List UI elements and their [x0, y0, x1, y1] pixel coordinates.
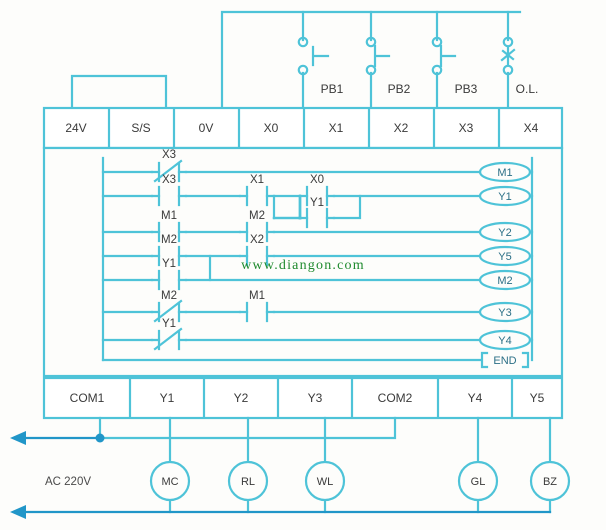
coil-label-y3: Y3 — [498, 307, 511, 319]
input-terminal-label-24v: 24V — [65, 121, 86, 135]
contact-label-x3-r1: X3 — [162, 149, 176, 161]
input-device-label-ol: O.L. — [516, 82, 539, 96]
input-device-label-pb2: PB2 — [388, 82, 411, 96]
output-terminal-strip — [42, 376, 564, 420]
contact-label-m1-r3: M1 — [161, 210, 177, 222]
contact-label-y1-r5: Y1 — [162, 258, 176, 270]
output-terminal-label-y1: Y1 — [160, 391, 175, 405]
contact-label-m1-r6: M1 — [249, 290, 265, 302]
contact-label-x2-r4: X2 — [250, 234, 264, 246]
output-device-label-wl: WL — [317, 476, 334, 488]
output-terminal-label-y5: Y5 — [530, 391, 545, 405]
end-label: END — [493, 355, 516, 367]
input-terminal-label-0v: 0V — [199, 121, 214, 135]
output-device-label-rl: RL — [241, 476, 255, 488]
contact-label-x1-r2: X1 — [250, 174, 264, 186]
output-terminal-label-y4: Y4 — [468, 391, 483, 405]
contact-label-x3-r2: X3 — [162, 174, 176, 186]
contact-label-m2-r6: M2 — [161, 290, 177, 302]
contact-label-y1-r7: Y1 — [162, 318, 176, 330]
output-terminal-label-y2: Y2 — [234, 391, 249, 405]
input-terminal-label-x4: X4 — [524, 121, 539, 135]
coil-label-y5: Y5 — [498, 251, 511, 263]
output-terminal-label-com1: COM1 — [70, 391, 105, 405]
coil-label-y1: Y1 — [498, 191, 511, 203]
input-terminal-label-x3: X3 — [459, 121, 474, 135]
output-device-label-gl: GL — [471, 476, 486, 488]
input-terminal-label-x2: X2 — [394, 121, 409, 135]
ac-junction-dot — [95, 433, 105, 443]
output-terminal-label-y3: Y3 — [308, 391, 323, 405]
output-device-label-mc: MC — [161, 476, 178, 488]
output-strip-body — [42, 376, 564, 420]
watermark: www.diangon.com — [241, 258, 365, 273]
coil-label-y4: Y4 — [498, 335, 511, 347]
contact-label-x0-r2: X0 — [310, 174, 324, 186]
input-terminal-label-ss: S/S — [131, 121, 150, 135]
coil-label-m2: M2 — [497, 275, 512, 287]
contact-label-m2-r4: M2 — [161, 234, 177, 246]
input-device-label-pb1: PB1 — [321, 82, 344, 96]
input-terminal-label-x0: X0 — [264, 121, 279, 135]
coil-label-y2: Y2 — [498, 227, 511, 239]
input-terminal-label-x1: X1 — [329, 121, 344, 135]
contact-label-y1-branch: Y1 — [310, 197, 324, 209]
input-device-label-pb3: PB3 — [455, 82, 478, 96]
output-terminal-label-com2: COM2 — [378, 391, 413, 405]
power-supply-label: AC 220V — [45, 476, 91, 488]
coil-label-m1: M1 — [497, 167, 512, 179]
output-device-label-bz: BZ — [543, 476, 557, 488]
input-terminal-strip — [42, 106, 564, 150]
contact-label-m2-r3: M2 — [249, 210, 265, 222]
plc-diagram-svg: 24V S/S 0V X0 X1 X2 X3 X4 PB1 PB2 PB3 O.… — [0, 0, 606, 530]
plc-diagram-canvas: 24V S/S 0V X0 X1 X2 X3 X4 PB1 PB2 PB3 O.… — [0, 0, 606, 530]
